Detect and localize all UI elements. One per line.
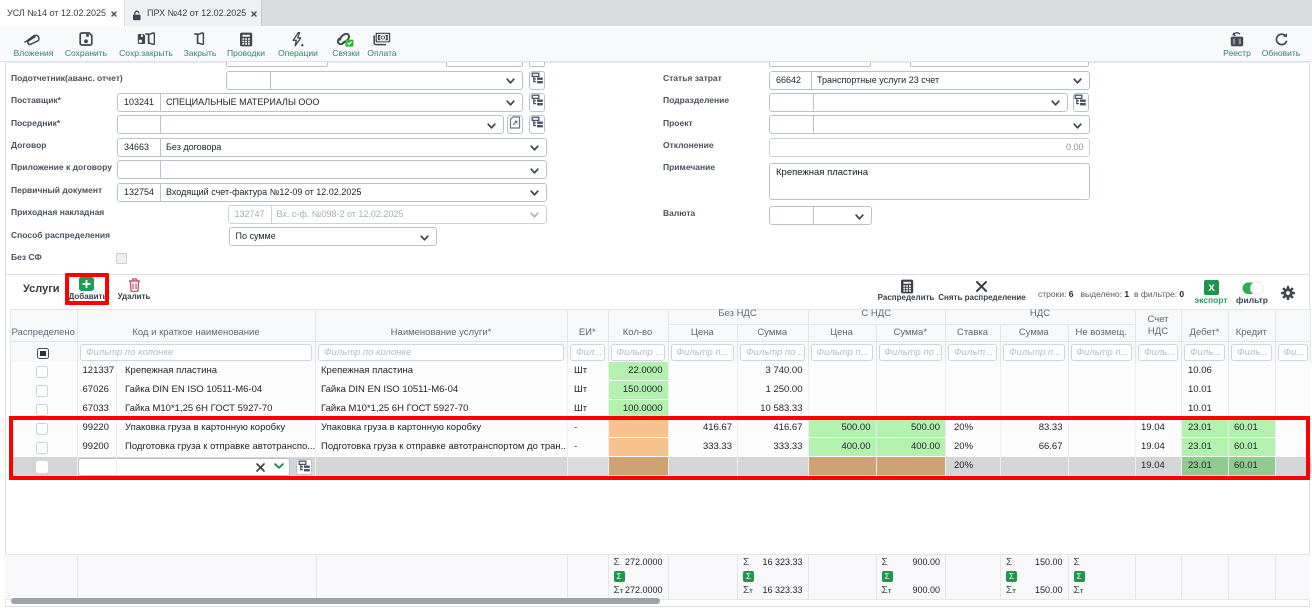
svg-text:X: X [1208, 283, 1215, 294]
